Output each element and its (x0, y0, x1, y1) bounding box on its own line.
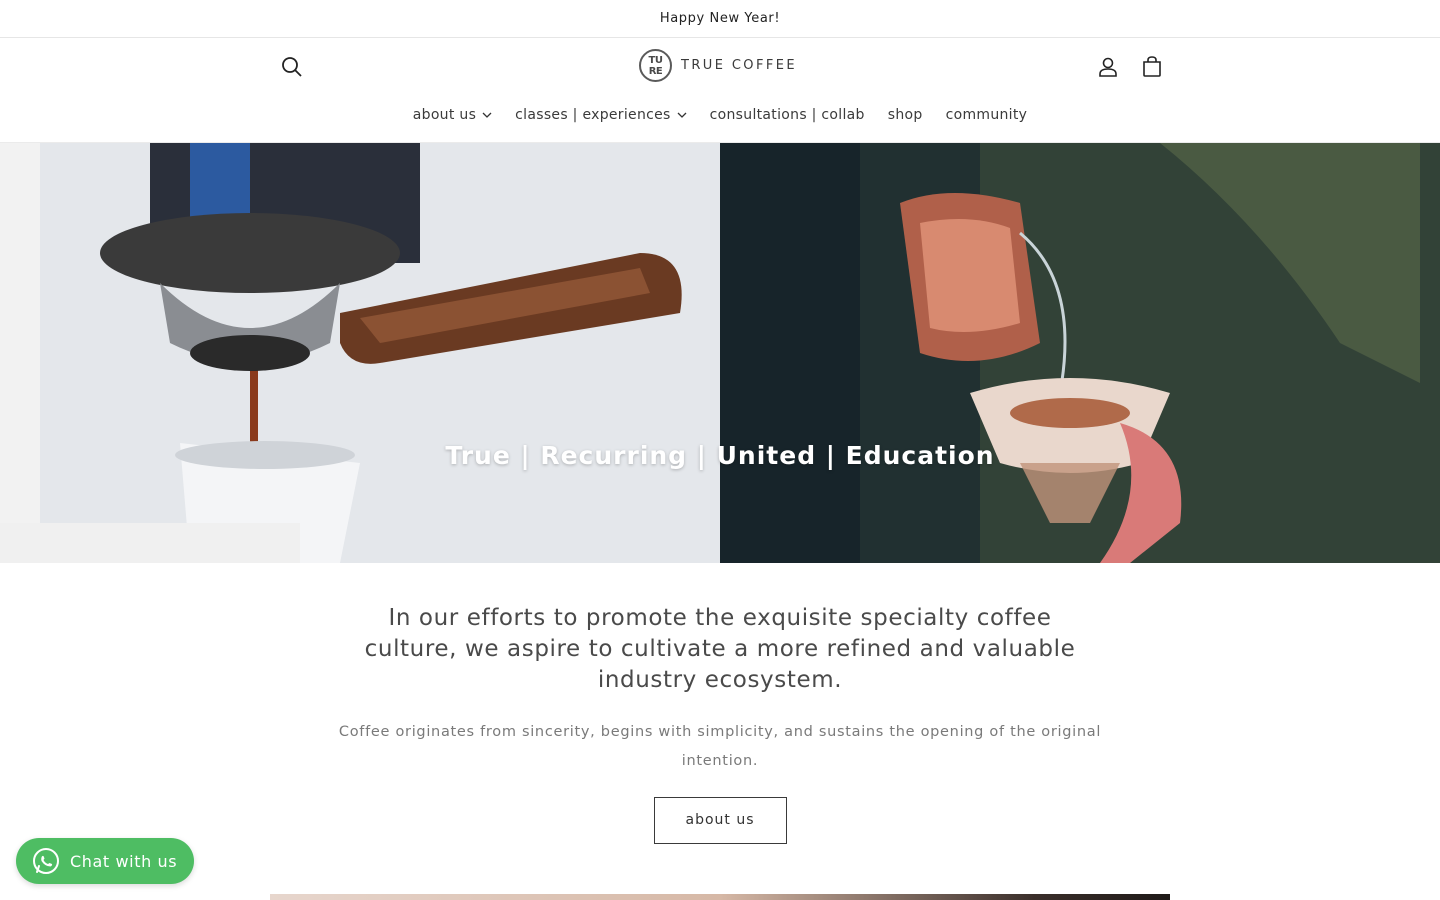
next-section-image-edge (270, 894, 1170, 900)
intro-section: In our efforts to promote the exquisite … (0, 563, 1440, 844)
logo-text: TRUE COFFEE (681, 58, 797, 73)
hero-banner: True | Recurring | United | Education (0, 143, 1440, 563)
account-icon[interactable] (1095, 54, 1121, 80)
nav-item-label: classes | experiences (515, 107, 671, 123)
site-header: TU RE TRUE COFFEE (0, 38, 1440, 94)
nav-item-label: shop (887, 107, 923, 123)
nav-item-label: community (945, 107, 1028, 123)
nav-item-classes-experiences[interactable]: classes | experiences (515, 107, 687, 123)
chevron-down-icon (677, 112, 687, 118)
search-icon[interactable] (279, 54, 305, 80)
chat-with-us-button[interactable]: Chat with us (16, 838, 194, 884)
intro-heading: In our efforts to promote the exquisite … (364, 605, 1076, 693)
announcement-text: Happy New Year! (659, 11, 781, 26)
nav-item-label: about us (412, 107, 477, 123)
announcement-bar: Happy New Year! (0, 0, 1440, 38)
chat-label: Chat with us (70, 851, 178, 871)
chevron-down-icon (482, 112, 492, 118)
about-us-button[interactable]: about us (653, 797, 787, 844)
nav-item-label: consultations | collab (709, 107, 865, 123)
logo-mark-bottom: RE (648, 65, 663, 77)
whatsapp-icon (33, 848, 59, 874)
logo-mark: TU RE (639, 49, 672, 82)
nav-item-consultations-collab[interactable]: consultations | collab (710, 107, 865, 123)
nav-item-community[interactable]: community (946, 107, 1028, 123)
main-nav: about us classes | experiences consultat… (0, 94, 1440, 143)
espresso-illustration (0, 143, 720, 563)
logo-mark-top: TU (648, 54, 663, 66)
hero-image-espresso (0, 143, 720, 563)
nav-item-about-us[interactable]: about us (413, 107, 492, 123)
hero-image-pour-over (720, 143, 1440, 563)
intro-body: Coffee originates from sincerity, begins… (338, 724, 1102, 769)
hero-title: True | Recurring | United | Education (445, 441, 995, 470)
cart-icon[interactable] (1139, 54, 1165, 80)
site-logo[interactable]: TU RE TRUE COFFEE (639, 49, 797, 82)
pour-over-illustration (720, 143, 1440, 563)
nav-item-shop[interactable]: shop (888, 107, 923, 123)
